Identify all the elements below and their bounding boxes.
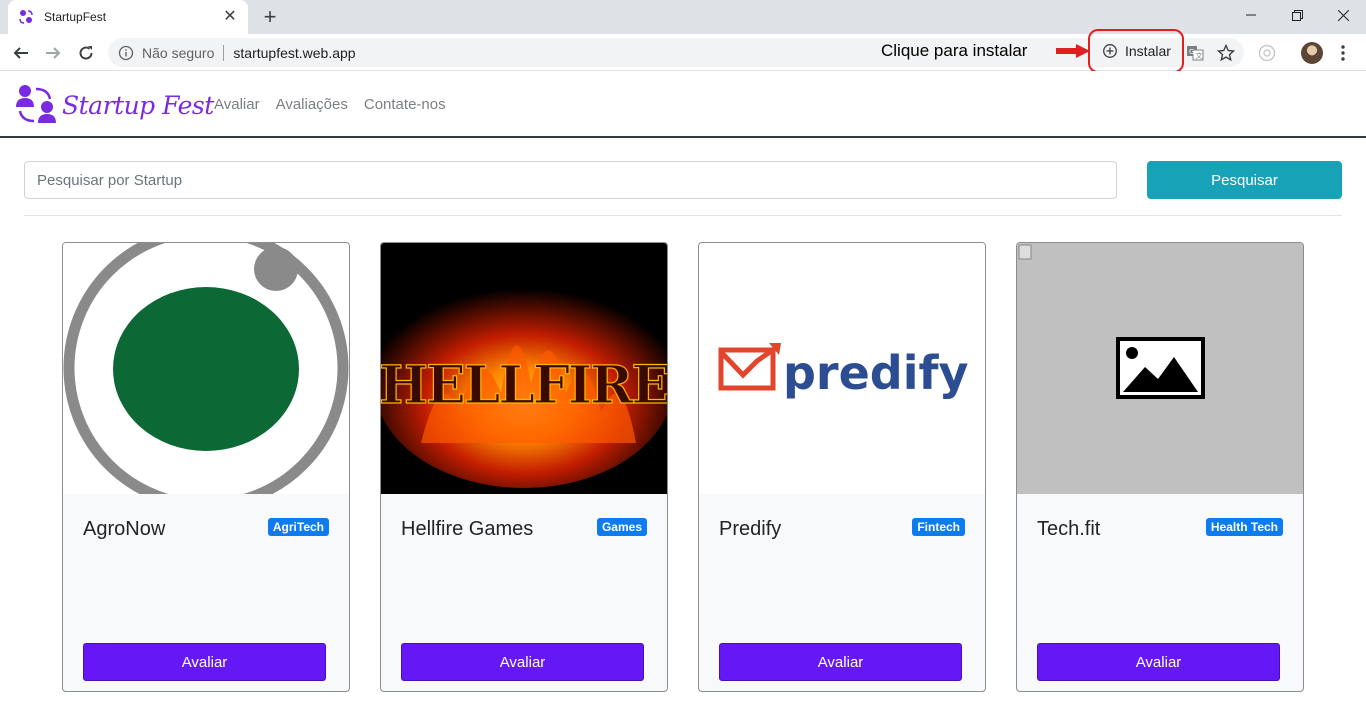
profile-avatar[interactable] (1301, 42, 1323, 64)
startup-card: Tech.fit Health Tech Avaliar (1016, 242, 1304, 692)
broken-image-placeholder (1017, 243, 1303, 494)
nav-link-contate-nos[interactable]: Contate-nos (364, 96, 446, 113)
predify-logo: predify (699, 243, 985, 494)
app-navbar: Startup Fest Avaliar Avaliações Contate-… (0, 71, 1366, 138)
startupfest-favicon (19, 10, 33, 24)
restore-icon[interactable] (1274, 0, 1320, 30)
new-tab-icon[interactable]: + (258, 5, 282, 29)
browser-toolbar: Não seguro startupfest.web.app Clique pa… (0, 29, 1366, 73)
svg-text:G: G (1189, 48, 1194, 56)
startup-card: AgroNow AgriTech Avaliar (62, 242, 350, 692)
avaliar-button[interactable]: Avaliar (83, 643, 326, 681)
category-badge: Health Tech (1205, 518, 1283, 536)
avaliar-button[interactable]: Avaliar (401, 643, 644, 681)
minimize-icon[interactable] (1228, 0, 1274, 30)
reload-icon[interactable] (73, 40, 99, 66)
divider (24, 215, 1342, 216)
avaliar-button[interactable]: Avaliar (719, 643, 962, 681)
card-title: Hellfire Games (401, 518, 534, 540)
svg-text:文: 文 (1196, 51, 1203, 60)
install-button[interactable]: Instalar (1102, 43, 1171, 59)
brand-logo[interactable]: Startup Fest (14, 83, 214, 127)
category-badge: Games (596, 518, 647, 536)
install-annotation: Clique para instalar (881, 41, 1028, 60)
info-icon[interactable] (118, 45, 134, 61)
browser-tab[interactable]: StartupFest ✕ (8, 0, 248, 34)
avaliar-button[interactable]: Avaliar (1037, 643, 1280, 681)
search-input[interactable] (24, 161, 1117, 199)
startup-card: predify Predify Fintech Avaliar (698, 242, 986, 692)
startup-card: HELLFIRE Hellfire Games Games Avaliar (380, 242, 668, 692)
card-title: Tech.fit (1037, 518, 1101, 540)
hellfire-logo: HELLFIRE (381, 243, 667, 494)
translate-icon[interactable]: G文 (1185, 43, 1205, 63)
search-row: Pesquisar (24, 161, 1342, 199)
search-button[interactable]: Pesquisar (1147, 161, 1342, 199)
brand-name: Startup Fest (62, 90, 214, 120)
back-icon[interactable] (8, 40, 34, 66)
menu-kebab-icon[interactable] (1340, 43, 1346, 63)
category-badge: AgriTech (267, 518, 329, 536)
startupfest-logo-icon (16, 85, 56, 123)
hellfire-wordmark: HELLFIRE (381, 355, 667, 416)
predify-wordmark: predify (783, 346, 969, 400)
category-badge: Fintech (912, 518, 965, 536)
nav-link-avaliar[interactable]: Avaliar (214, 96, 260, 113)
main-nav: Avaliar Avaliações Contate-nos (214, 96, 446, 113)
install-label: Instalar (1125, 43, 1171, 59)
red-arrow-icon (1056, 44, 1090, 58)
agronow-logo (63, 243, 349, 494)
omnibox-separator (223, 44, 225, 61)
card-title: Predify (719, 518, 782, 540)
extension-icon[interactable] (1257, 43, 1277, 63)
add-circle-icon (1103, 44, 1117, 58)
nav-link-avaliacoes[interactable]: Avaliações (276, 96, 348, 113)
url-text[interactable]: startupfest.web.app (233, 45, 355, 61)
bookmark-star-icon[interactable] (1216, 43, 1236, 63)
close-tab-icon[interactable]: ✕ (222, 9, 238, 25)
security-status: Não seguro (142, 44, 215, 61)
card-title: AgroNow (83, 518, 166, 540)
forward-icon[interactable] (40, 40, 66, 66)
close-window-icon[interactable] (1320, 0, 1366, 30)
browser-tab-title: StartupFest (44, 10, 107, 24)
